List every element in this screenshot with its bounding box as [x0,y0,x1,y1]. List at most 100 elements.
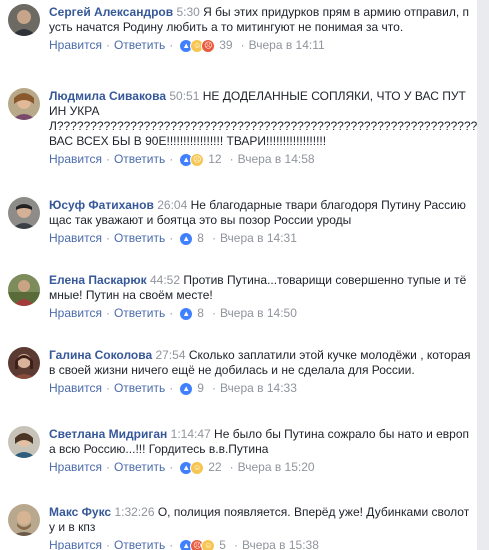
like-button[interactable]: Нравится [49,460,102,475]
separator: · [211,306,216,320]
separator: · [169,38,174,52]
comment-text-block: Людмила Сивакова 50:51 НЕ ДОДЕЛАННЫЕ СОП… [49,89,477,149]
separator: · [105,460,110,474]
like-icon: ▲ [179,231,194,246]
video-timestamp[interactable]: 26:04 [157,198,187,212]
comment-timestamp[interactable]: Вчера в 14:31 [220,231,297,246]
like-button[interactable]: Нравится [49,381,102,396]
comment-text-block: Елена Паскарюк 44:52 Против Путина...тов… [49,273,474,303]
reaction-count[interactable]: 39 [219,38,232,53]
angry-icon: ☹ [201,38,216,53]
reactions-summary[interactable]: ▲ [179,231,194,246]
reply-button[interactable]: Ответить [114,381,165,396]
separator: · [169,538,174,550]
comment-author-link[interactable]: Елена Паскарюк [49,273,147,287]
separator: · [240,38,245,52]
separator: · [229,152,234,166]
reaction-count[interactable]: 12 [208,152,221,167]
like-button[interactable]: Нравится [49,38,102,53]
comment-actions: Нравится · Ответить · ▲ ☹ 12 · Вчера в 1… [49,152,474,167]
reply-button[interactable]: Ответить [114,460,165,475]
haha-icon: ☺ [190,460,205,475]
reactions-summary[interactable]: ▲ ☹ ☺ [179,538,216,550]
avatar[interactable] [8,504,40,536]
reply-button[interactable]: Ответить [114,538,165,550]
comment-timestamp[interactable]: Вчера в 14:11 [249,38,325,53]
comment-timestamp[interactable]: Вчера в 15:20 [238,460,315,475]
comment-timestamp[interactable]: Вчера в 14:33 [220,381,297,396]
separator: · [169,231,174,245]
reactions-summary[interactable]: ▲ ☺ ☹ [179,38,216,53]
reply-button[interactable]: Ответить [114,152,165,167]
reactions-summary[interactable]: ▲ ☺ [179,460,205,475]
comment-author-link[interactable]: Сергей Александров [49,5,173,19]
reaction-count[interactable]: 8 [197,306,204,321]
reaction-count[interactable]: 8 [197,231,204,246]
avatar[interactable] [8,274,40,306]
sad-icon: ☹ [190,152,205,167]
comment-text-block: Макс Фукс 1:32:26 О, полиция появляется.… [49,505,474,535]
separator: · [105,38,110,52]
separator: · [169,152,174,166]
separator: · [169,306,174,320]
separator: · [105,381,110,395]
comment-actions: Нравится · Ответить · ▲ 8 · Вчера в 14:5… [49,306,474,321]
avatar[interactable] [8,197,40,229]
like-icon: ▲ [179,306,194,321]
like-icon: ▲ [179,381,194,396]
avatar[interactable] [8,4,40,36]
comment-actions: Нравится · Ответить · ▲ 8 · Вчера в 14:3… [49,231,474,246]
comment-author-link[interactable]: Галина Соколова [49,348,152,362]
separator: · [211,381,216,395]
separator: · [105,306,110,320]
comment-actions: Нравится · Ответить · ▲ ☹ ☺ 5 · Вчера в … [49,538,474,550]
comment-author-link[interactable]: Юсуф Фатиханов [49,198,154,212]
reaction-count[interactable]: 9 [197,381,204,396]
comment-author-link[interactable]: Макс Фукс [49,505,111,519]
separator: · [211,231,216,245]
comment-actions: Нравится · Ответить · ▲ ☺ ☹ 39 · Вчера в… [49,38,474,53]
reply-button[interactable]: Ответить [114,231,165,246]
comment-text-block: Галина Соколова 27:54 Сколько заплатили … [49,348,474,378]
reactions-summary[interactable]: ▲ ☹ [179,152,205,167]
video-timestamp[interactable]: 1:32:26 [114,505,154,519]
avatar[interactable] [8,347,40,379]
comment-actions: Нравится · Ответить · ▲ ☺ 22 · Вчера в 1… [49,460,474,475]
comment-text-block: Юсуф Фатиханов 26:04 Не благодарные твар… [49,198,474,228]
comment-author-link[interactable]: Людмила Сивакова [49,89,166,103]
video-timestamp[interactable]: 27:54 [155,348,185,362]
video-timestamp[interactable]: 1:14:47 [171,427,211,441]
separator: · [233,538,238,550]
video-timestamp[interactable]: 44:52 [150,273,180,287]
separator: · [105,538,110,550]
comment-author-link[interactable]: Светлана Мидриган [49,427,167,441]
reaction-count[interactable]: 22 [208,460,221,475]
reply-button[interactable]: Ответить [114,38,165,53]
comment-timestamp[interactable]: Вчера в 14:58 [238,152,315,167]
like-button[interactable]: Нравится [49,152,102,167]
comment-timestamp[interactable]: Вчера в 15:38 [242,538,319,550]
comment-text-block: Светлана Мидриган 1:14:47 Не было бы Пут… [49,427,474,457]
reactions-summary[interactable]: ▲ [179,381,194,396]
reply-button[interactable]: Ответить [114,306,165,321]
comment-text-block: Сергей Александров 5:30 Я бы этих придур… [49,5,474,35]
separator: · [229,460,234,474]
video-timestamp[interactable]: 50:51 [169,89,199,103]
comment-timestamp[interactable]: Вчера в 14:50 [220,306,297,321]
like-button[interactable]: Нравится [49,306,102,321]
separator: · [169,460,174,474]
video-timestamp[interactable]: 5:30 [176,5,199,19]
separator: · [105,231,110,245]
comment-feed: Сергей Александров 5:30 Я бы этих придур… [0,0,477,550]
reaction-count[interactable]: 5 [219,538,226,550]
like-button[interactable]: Нравится [49,538,102,550]
avatar[interactable] [8,88,40,120]
avatar[interactable] [8,426,40,458]
like-button[interactable]: Нравится [49,231,102,246]
reactions-summary[interactable]: ▲ [179,306,194,321]
separator: · [169,381,174,395]
haha-icon: ☺ [201,538,216,550]
separator: · [105,152,110,166]
comment-text: О, полиция появляется. Вперёд уже! Дубин… [49,505,470,534]
comment-actions: Нравится · Ответить · ▲ 9 · Вчера в 14:3… [49,381,474,396]
